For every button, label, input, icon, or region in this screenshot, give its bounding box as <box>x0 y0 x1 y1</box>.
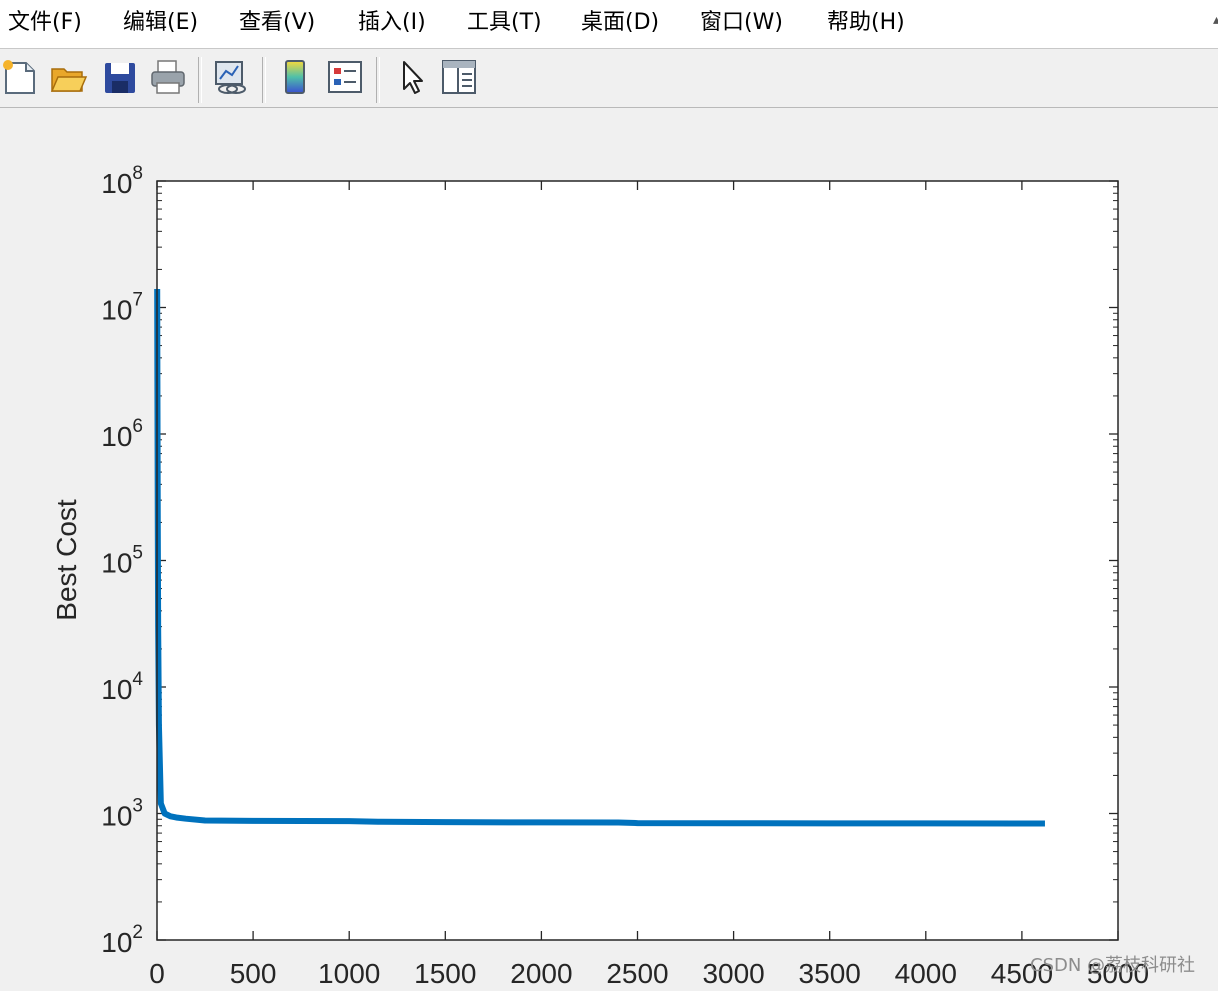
legend-icon[interactable] <box>325 57 365 97</box>
y-tick-label: 102 <box>101 922 143 958</box>
x-tick-label: 1500 <box>414 958 476 989</box>
y-tick-label-base: 10 <box>101 801 132 832</box>
y-tick-label-exponent: 7 <box>132 290 143 311</box>
menu-window[interactable]: 窗口(W) <box>700 8 783 38</box>
y-tick-label-exponent: 2 <box>132 922 143 943</box>
y-tick-label: 107 <box>101 290 143 326</box>
toolbar-separator <box>376 57 380 103</box>
property-inspector-icon[interactable] <box>439 57 479 97</box>
y-tick-label-base: 10 <box>101 674 132 705</box>
x-tick-label: 3000 <box>702 958 764 989</box>
menu-view[interactable]: 查看(V) <box>239 8 315 38</box>
print-icon[interactable] <box>148 57 188 97</box>
y-tick-label: 103 <box>101 796 143 832</box>
y-axis-label: Best Cost <box>51 499 82 621</box>
y-tick-label-exponent: 8 <box>132 163 143 184</box>
link-plot-icon[interactable] <box>210 57 250 97</box>
y-tick-label-exponent: 5 <box>132 543 143 564</box>
y-tick-label-base: 10 <box>101 927 132 958</box>
x-tick-label: 0 <box>149 958 165 989</box>
y-tick-label: 105 <box>101 543 143 579</box>
y-tick-label-exponent: 3 <box>132 796 143 817</box>
y-tick-label: 108 <box>101 163 143 199</box>
y-tick-label: 106 <box>101 416 143 452</box>
figure-toolbar <box>0 49 1218 108</box>
watermark: CSDN @荔枝科研社 <box>1030 955 1196 976</box>
x-tick-label: 1000 <box>318 958 380 989</box>
open-file-icon[interactable] <box>48 57 88 97</box>
axes[interactable]: 0 500 1000 1500 2000 2500 3000 3500 4000 4500 5000… <box>0 108 1218 991</box>
menu-bar: 文件(F) 编辑(E) 查看(V) 插入(I) 工具(T) 桌面(D) 窗口(W… <box>0 0 1218 49</box>
toolbar-separator <box>262 57 266 103</box>
x-tick-label: 4000 <box>895 958 957 989</box>
new-figure-icon[interactable] <box>0 57 40 97</box>
menu-tools[interactable]: 工具(T) <box>467 8 542 38</box>
menu-overflow-arrow-icon[interactable]: ▴ <box>1213 12 1218 28</box>
menu-edit[interactable]: 编辑(E) <box>123 8 198 38</box>
menu-file[interactable]: 文件(F) <box>8 8 82 38</box>
y-tick-label-base: 10 <box>101 548 132 579</box>
x-tick-label: 500 <box>230 958 277 989</box>
edit-plot-arrow-icon[interactable] <box>392 57 432 97</box>
y-tick-label: 104 <box>101 669 143 705</box>
save-icon[interactable] <box>100 57 140 97</box>
x-tick-label: 2500 <box>606 958 668 989</box>
y-tick-label-exponent: 4 <box>132 669 143 690</box>
menu-help[interactable]: 帮助(H) <box>827 8 905 38</box>
menu-insert[interactable]: 插入(I) <box>358 8 426 38</box>
y-tick-label-base: 10 <box>101 421 132 452</box>
y-tick-label-base: 10 <box>101 295 132 326</box>
menu-desktop[interactable]: 桌面(D) <box>581 8 659 38</box>
toolbar-separator <box>198 57 202 103</box>
x-tick-label: 2000 <box>510 958 572 989</box>
colorbar-icon[interactable] <box>276 57 316 97</box>
y-tick-label-base: 10 <box>101 168 132 199</box>
y-tick-label-exponent: 6 <box>132 416 143 437</box>
x-tick-label: 3500 <box>799 958 861 989</box>
figure-canvas: 0 500 1000 1500 2000 2500 3000 3500 4000 4500 5000… <box>0 108 1218 991</box>
